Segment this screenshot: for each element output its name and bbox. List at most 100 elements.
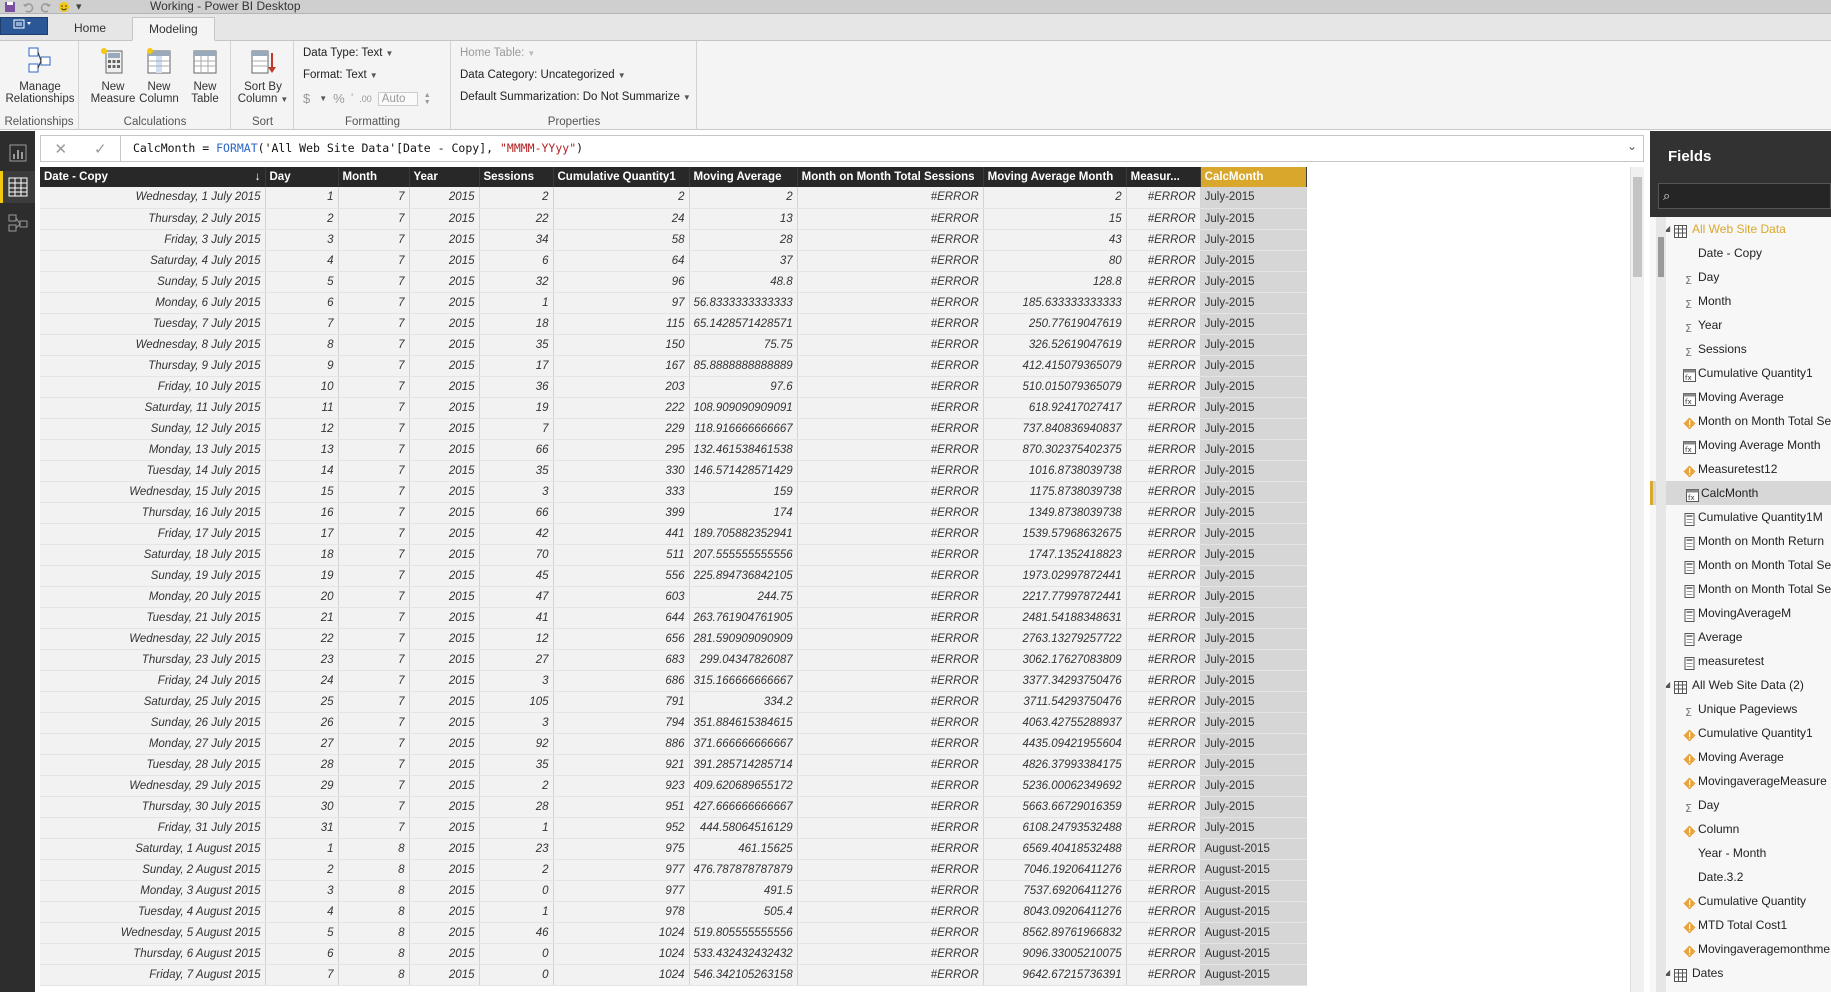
- table-cell[interactable]: Sunday, 5 July 2015: [40, 271, 266, 293]
- table-cell[interactable]: 25: [265, 691, 339, 713]
- table-cell[interactable]: August-2015: [1200, 859, 1307, 881]
- table-row[interactable]: Wednesday, 8 July 2015 8 7 2015 35 150 75.75 #E…: [40, 334, 1307, 356]
- table-cell[interactable]: 7537.69206411276: [983, 880, 1127, 902]
- table-cell[interactable]: July-2015: [1200, 523, 1307, 545]
- table-cell[interactable]: #ERROR: [797, 733, 984, 755]
- table-cell[interactable]: #ERROR: [797, 271, 984, 293]
- table-cell[interactable]: 7: [479, 418, 554, 440]
- table-row[interactable]: Wednesday, 29 July 2015 29 7 2015 2 923 409.62…: [40, 775, 1307, 797]
- table-cell[interactable]: 2015: [409, 859, 480, 881]
- table-cell[interactable]: Saturday, 18 July 2015: [40, 544, 266, 566]
- table-cell[interactable]: 3062.17627083809: [983, 649, 1127, 671]
- table-cell[interactable]: Sunday, 12 July 2015: [40, 418, 266, 440]
- table-cell[interactable]: 7: [338, 523, 410, 545]
- table-cell[interactable]: 1: [479, 292, 554, 314]
- table-cell[interactable]: #ERROR: [797, 628, 984, 650]
- table-cell[interactable]: 35: [479, 460, 554, 482]
- table-cell[interactable]: Wednesday, 15 July 2015: [40, 481, 266, 503]
- table-cell[interactable]: 13: [265, 439, 339, 461]
- table-cell[interactable]: #ERROR: [797, 376, 984, 398]
- table-cell[interactable]: #ERROR: [1126, 397, 1201, 419]
- table-cell[interactable]: #ERROR: [797, 187, 984, 209]
- table-cell[interactable]: July-2015: [1200, 733, 1307, 755]
- table-cell[interactable]: 189.705882352941: [689, 523, 798, 545]
- save-icon[interactable]: [4, 1, 16, 13]
- table-cell[interactable]: #ERROR: [1126, 355, 1201, 377]
- fields-field-item[interactable]: Date - Copy: [1650, 985, 1831, 992]
- table-cell[interactable]: 27: [479, 649, 554, 671]
- table-cell[interactable]: July-2015: [1200, 754, 1307, 776]
- table-cell[interactable]: Sunday, 19 July 2015: [40, 565, 266, 587]
- table-cell[interactable]: #ERROR: [1126, 502, 1201, 524]
- table-row[interactable]: Friday, 31 July 2015 31 7 2015 1 952 444.58064…: [40, 817, 1307, 839]
- column-header[interactable]: CalcMonth: [1200, 167, 1307, 187]
- table-cell[interactable]: 21: [265, 607, 339, 629]
- table-cell[interactable]: #ERROR: [797, 586, 984, 608]
- table-row[interactable]: Thursday, 9 July 2015 9 7 2015 17 167 85.88888…: [40, 355, 1307, 377]
- table-cell[interactable]: August-2015: [1200, 901, 1307, 923]
- table-cell[interactable]: 203: [553, 376, 690, 398]
- table-row[interactable]: Monday, 27 July 2015 27 7 2015 92 886 371.6666…: [40, 733, 1307, 755]
- table-cell[interactable]: #ERROR: [1126, 607, 1201, 629]
- table-cell[interactable]: 2015: [409, 838, 480, 860]
- table-cell[interactable]: August-2015: [1200, 922, 1307, 944]
- table-cell[interactable]: 2015: [409, 271, 480, 293]
- table-cell[interactable]: Monday, 6 July 2015: [40, 292, 266, 314]
- table-cell[interactable]: 546.342105263158: [689, 964, 798, 986]
- table-cell[interactable]: 2015: [409, 313, 480, 335]
- table-cell[interactable]: Friday, 31 July 2015: [40, 817, 266, 839]
- table-cell[interactable]: 92: [479, 733, 554, 755]
- table-cell[interactable]: 2015: [409, 460, 480, 482]
- fields-table-item[interactable]: ◢ All Web Site Data (2): [1650, 673, 1831, 697]
- table-cell[interactable]: 263.761904761905: [689, 607, 798, 629]
- sort-by-column-button[interactable]: Sort By Column ▼: [236, 45, 290, 106]
- table-cell[interactable]: 11: [265, 397, 339, 419]
- table-cell[interactable]: 4: [265, 250, 339, 272]
- percent-button[interactable]: %: [333, 91, 345, 106]
- table-cell[interactable]: 75.75: [689, 334, 798, 356]
- table-cell[interactable]: July-2015: [1200, 502, 1307, 524]
- table-cell[interactable]: July-2015: [1200, 208, 1307, 230]
- table-cell[interactable]: 2015: [409, 376, 480, 398]
- table-cell[interactable]: 556: [553, 565, 690, 587]
- table-cell[interactable]: 1016.8738039738: [983, 460, 1127, 482]
- table-cell[interactable]: 644: [553, 607, 690, 629]
- format-dropdown[interactable]: Format: Text ▼: [303, 69, 378, 81]
- table-cell[interactable]: 80: [983, 250, 1127, 272]
- table-row[interactable]: Monday, 20 July 2015 20 7 2015 47 603 244.75 #E…: [40, 586, 1307, 608]
- table-cell[interactable]: 7: [338, 586, 410, 608]
- fields-scroll-thumb[interactable]: [1658, 237, 1664, 277]
- table-cell[interactable]: 737.840836940837: [983, 418, 1127, 440]
- table-cell[interactable]: 19: [479, 397, 554, 419]
- table-cell[interactable]: #ERROR: [1126, 796, 1201, 818]
- table-cell[interactable]: 2015: [409, 523, 480, 545]
- table-cell[interactable]: #ERROR: [797, 712, 984, 734]
- table-cell[interactable]: July-2015: [1200, 418, 1307, 440]
- fields-field-item[interactable]: Month on Month Total Se: [1650, 577, 1831, 601]
- table-cell[interactable]: July-2015: [1200, 691, 1307, 713]
- table-cell[interactable]: Saturday, 4 July 2015: [40, 250, 266, 272]
- redo-icon[interactable]: [40, 1, 52, 13]
- table-cell[interactable]: July-2015: [1200, 586, 1307, 608]
- column-header[interactable]: Day: [265, 167, 339, 187]
- fields-table-item[interactable]: ◢ Dates: [1650, 961, 1831, 985]
- table-cell[interactable]: 326.52619047619: [983, 334, 1127, 356]
- table-cell[interactable]: 65.1428571428571: [689, 313, 798, 335]
- undo-icon[interactable]: [22, 1, 34, 13]
- table-cell[interactable]: July-2015: [1200, 544, 1307, 566]
- new-column-button[interactable]: New Column: [136, 45, 182, 105]
- table-cell[interactable]: #ERROR: [1126, 733, 1201, 755]
- table-cell[interactable]: #ERROR: [1126, 439, 1201, 461]
- table-cell[interactable]: #ERROR: [1126, 943, 1201, 965]
- table-cell[interactable]: #ERROR: [797, 670, 984, 692]
- table-cell[interactable]: 0: [479, 943, 554, 965]
- table-cell[interactable]: 2015: [409, 355, 480, 377]
- table-cell[interactable]: 4826.37993384175: [983, 754, 1127, 776]
- table-cell[interactable]: 2015: [409, 397, 480, 419]
- fields-field-item[interactable]: Date - Copy: [1650, 241, 1831, 265]
- table-cell[interactable]: 3711.54293750476: [983, 691, 1127, 713]
- table-cell[interactable]: 391.285714285714: [689, 754, 798, 776]
- table-cell[interactable]: 6: [265, 943, 339, 965]
- table-cell[interactable]: Thursday, 9 July 2015: [40, 355, 266, 377]
- grid-vertical-scrollbar[interactable]: [1630, 167, 1644, 992]
